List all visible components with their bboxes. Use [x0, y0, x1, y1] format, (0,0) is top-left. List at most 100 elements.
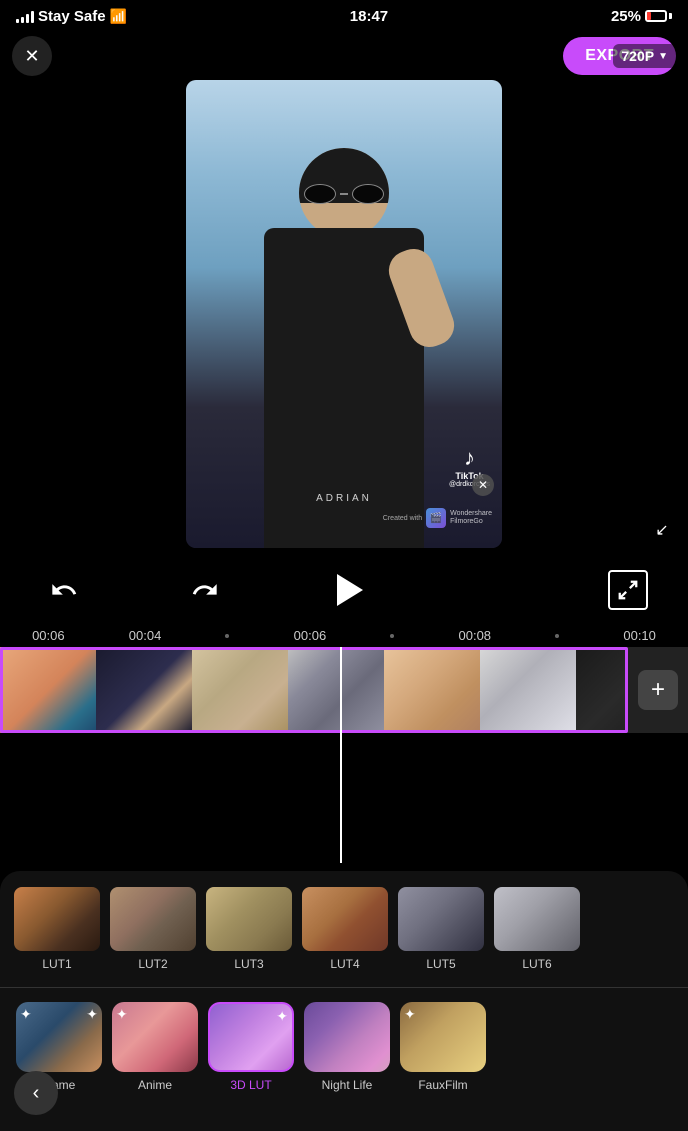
- filter-label-fauxfilm: FauxFilm: [418, 1078, 467, 1092]
- filter-item-3dlut[interactable]: ✦ 3D LUT: [206, 1002, 296, 1092]
- video-strip-container: +: [0, 647, 688, 733]
- lut-thumb-2: [110, 887, 196, 951]
- ruler-mark-1: 00:04: [129, 628, 162, 643]
- ruler-dot-3: [555, 634, 559, 638]
- filter-item-anime[interactable]: ✦ Anime: [110, 1002, 200, 1092]
- filter-badge-game-right: ✦: [86, 1006, 98, 1023]
- video-frame: ADRIAN ♪ TikTok @drdkorclips ✕ Created w…: [186, 80, 502, 548]
- filter-thumb-3dlut: ✦: [208, 1002, 294, 1072]
- back-button[interactable]: ‹: [14, 1071, 58, 1115]
- carrier-label: Stay Safe: [38, 8, 106, 25]
- watermark-text: Wondershare: [450, 510, 492, 518]
- resolution-badge[interactable]: 720P ▼: [613, 44, 676, 68]
- controls-row: [0, 556, 688, 624]
- tiktok-close-icon[interactable]: ✕: [472, 474, 494, 496]
- ruler-mark-2: 00:06: [294, 628, 327, 643]
- strip-frame-5: [384, 647, 480, 733]
- lut-label-1: LUT1: [42, 957, 71, 971]
- strip-frame-6: [480, 647, 576, 733]
- filter-thumb-fauxfilm: ✦: [400, 1002, 486, 1072]
- close-button[interactable]: ✕: [12, 36, 52, 76]
- wifi-icon: 📶: [110, 8, 127, 25]
- sunglass-right: [352, 184, 384, 204]
- section-divider: [0, 987, 688, 988]
- video-container: ADRIAN ♪ TikTok @drdkorclips ✕ Created w…: [0, 80, 688, 556]
- status-time: 18:47: [350, 8, 388, 25]
- person-silhouette: [234, 128, 454, 548]
- tiktok-logo: ♪: [464, 445, 475, 471]
- close-icon: ✕: [24, 46, 39, 67]
- watermark: Created with 🎬 Wondershare FilmoreGo: [383, 508, 492, 528]
- sunglass-left: [304, 184, 336, 204]
- play-icon: [337, 574, 363, 606]
- filter-item-fauxfilm[interactable]: ✦ FauxFilm: [398, 1002, 488, 1092]
- lut-label-2: LUT2: [138, 957, 167, 971]
- battery-icon: [645, 10, 672, 22]
- top-bar: ✕ 720P ▼ EXPORT: [0, 32, 688, 80]
- lut-thumb-5: [398, 887, 484, 951]
- ruler-mark-0: 00:06: [32, 628, 65, 643]
- status-bar: Stay Safe 📶 18:47 25%: [0, 0, 688, 32]
- sunglass-bridge: [340, 193, 348, 195]
- filter-item-nightlife[interactable]: Night Life: [302, 1002, 392, 1092]
- lut-thumb-3: [206, 887, 292, 951]
- person-head: [299, 148, 389, 238]
- lut-thumb-1: [14, 887, 100, 951]
- timeline-ruler: 00:06 00:04 00:06 00:08 00:10: [0, 624, 688, 647]
- spacer: [467, 566, 515, 614]
- lut-thumb-4: [302, 887, 388, 951]
- ruler-dot-2: [390, 634, 394, 638]
- lut-item-2[interactable]: LUT2: [110, 887, 196, 971]
- resolution-dropdown-icon: ▼: [658, 51, 668, 62]
- lut-label-3: LUT3: [234, 957, 263, 971]
- filter-badge-anime: ✦: [116, 1006, 128, 1023]
- lut-label-6: LUT6: [522, 957, 551, 971]
- lut-item-5[interactable]: LUT5: [398, 887, 484, 971]
- filter-label-3dlut: 3D LUT: [230, 1078, 271, 1092]
- filter-badge-game-left: ✦: [20, 1006, 32, 1023]
- add-clip-button[interactable]: +: [628, 647, 688, 733]
- battery-percent: 25%: [611, 8, 641, 25]
- filter-thumb-anime: ✦: [112, 1002, 198, 1072]
- filter-label-anime: Anime: [138, 1078, 172, 1092]
- playhead-extension: [340, 733, 342, 863]
- signal-bars: [16, 9, 34, 23]
- ruler-mark-3: 00:08: [459, 628, 492, 643]
- fullscreen-button[interactable]: [608, 570, 648, 610]
- timeline-empty-area: [0, 733, 688, 863]
- filter-label-nightlife: Night Life: [322, 1078, 373, 1092]
- bottom-panel: LUT1 LUT2 LUT3 LUT4 LUT5 LUT6 ✦ ✦: [0, 871, 688, 1131]
- play-button[interactable]: [322, 564, 374, 616]
- strip-frame-1: [0, 647, 96, 733]
- expand-icon[interactable]: ↙: [644, 512, 680, 548]
- lut-item-3[interactable]: LUT3: [206, 887, 292, 971]
- status-right: 25%: [611, 8, 672, 25]
- strip-frame-4: [288, 647, 384, 733]
- filter-row: ✦ ✦ Game ✦ Anime ✦ 3D LUT Night Life: [0, 1002, 688, 1108]
- add-plus-icon: +: [638, 670, 678, 710]
- video-strip[interactable]: [0, 647, 688, 733]
- filter-thumb-game: ✦ ✦: [16, 1002, 102, 1072]
- strip-frame-2: [96, 647, 192, 733]
- resolution-label: 720P: [621, 48, 654, 64]
- back-icon: ‹: [33, 1082, 40, 1105]
- lut-row: LUT1 LUT2 LUT3 LUT4 LUT5 LUT6: [0, 887, 688, 987]
- lut-item-4[interactable]: LUT4: [302, 887, 388, 971]
- filter-badge-3dlut: ✦: [276, 1008, 288, 1025]
- undo-button[interactable]: [40, 566, 88, 614]
- ruler-dot-1: [225, 634, 229, 638]
- lut-item-6[interactable]: LUT6: [494, 887, 580, 971]
- ruler-mark-4: 00:10: [623, 628, 656, 643]
- filter-thumb-nightlife: [304, 1002, 390, 1072]
- lut-item-1[interactable]: LUT1: [14, 887, 100, 971]
- watermark-subtext: FilmoreGo: [450, 518, 492, 526]
- status-left: Stay Safe 📶: [16, 8, 127, 25]
- lut-thumb-6: [494, 887, 580, 951]
- strip-frame-3: [192, 647, 288, 733]
- filmora-logo: 🎬: [426, 508, 446, 528]
- created-with-label: Created with: [383, 515, 422, 522]
- sunglasses: [304, 183, 384, 205]
- name-overlay: ADRIAN: [316, 493, 372, 504]
- filter-badge-fauxfilm: ✦: [404, 1006, 416, 1023]
- redo-button[interactable]: [181, 566, 229, 614]
